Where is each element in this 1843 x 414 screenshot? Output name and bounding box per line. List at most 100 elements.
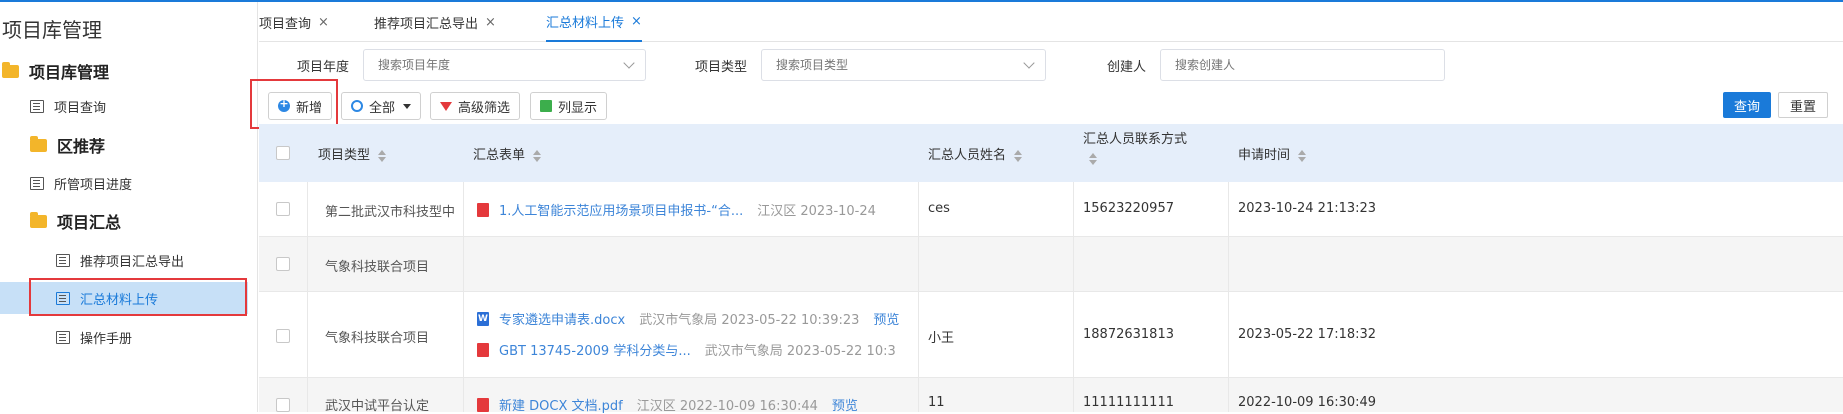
reset-button[interactable]: 重置 — [1778, 92, 1828, 118]
sort-icon[interactable] — [533, 149, 542, 162]
word-doc-icon: W — [477, 311, 489, 326]
close-icon[interactable]: × — [631, 14, 642, 29]
list-icon — [56, 253, 70, 267]
cell-time: 2023-10-24 21:13:23 — [1238, 201, 1377, 216]
sidebar: 项目库管理 项目库管理 项目查询 区推荐 所管项目进度 项目汇总 推荐项目汇总导… — [0, 2, 258, 412]
sidebar-item-progress-label: 所管项目进度 — [54, 177, 133, 193]
row-checkbox[interactable] — [276, 398, 290, 412]
column-divider — [918, 182, 919, 412]
th-time[interactable]: 申请时间 — [1238, 144, 1307, 163]
row-checkbox[interactable] — [276, 202, 290, 216]
advanced-filter-button[interactable]: 高级筛选 — [430, 92, 521, 120]
file-entry[interactable]: GBT 13745-2009 学科分类与... 武汉市气象局 2023-05-2… — [477, 340, 914, 359]
file-name-link[interactable]: 专家遴选申请表.docx — [499, 309, 625, 328]
th-type[interactable]: 项目类型 — [318, 144, 387, 163]
highlight-box-add — [250, 79, 338, 129]
table-row[interactable]: 第二批武汉市科技型中 1.人工智能示范应用场景项目申报书-“合... 江汉区 2… — [259, 182, 1843, 237]
cell-time: 2022-10-09 16:30:49 — [1238, 395, 1377, 410]
tab-project-query[interactable]: 项目查询 × — [259, 2, 329, 42]
folder-icon — [2, 61, 19, 78]
cell-contact: 15623220957 — [1083, 201, 1174, 216]
table-row[interactable]: 气象科技联合项目 W 专家遴选申请表.docx 武汉市气象局 2023-05-2… — [259, 292, 1843, 378]
select-all-checkbox[interactable] — [276, 146, 290, 160]
file-entry[interactable]: 新建 DOCX 文档.pdf 江汉区 2022-10-09 16:30:44 预… — [477, 395, 914, 414]
nav-group-district-label: 区推荐 — [57, 137, 106, 156]
tab-label: 项目查询 — [259, 16, 312, 32]
table-row[interactable]: 气象科技联合项目 — [259, 237, 1843, 292]
tab-label: 汇总材料上传 — [546, 15, 625, 31]
file-meta: 武汉市气象局 2023-05-22 10:39:23 — [639, 313, 860, 328]
tab-bar: 项目查询 × 推荐项目汇总导出 × 汇总材料上传 × — [259, 2, 1843, 42]
all-dropdown[interactable]: 全部 — [341, 92, 422, 120]
file-entry[interactable]: W 专家遴选申请表.docx 武汉市气象局 2023-05-22 10:39:2… — [477, 309, 914, 328]
cell-name: ces — [928, 201, 950, 216]
sidebar-item-query[interactable]: 项目查询 — [0, 90, 248, 122]
nav-group-main[interactable]: 项目库管理 — [2, 56, 109, 86]
globe-icon — [351, 100, 363, 112]
type-select[interactable] — [761, 49, 1046, 81]
creator-label: 创建人 — [1107, 60, 1147, 75]
file-meta: 武汉市气象局 2023-05-22 10:3 — [704, 344, 896, 359]
nav-group-main-label: 项目库管理 — [29, 63, 110, 82]
nav-group-summary-label: 项目汇总 — [57, 213, 122, 232]
pdf-icon — [477, 202, 489, 217]
file-meta: 江汉区 2023-10-24 — [757, 204, 876, 219]
file-name-link[interactable]: GBT 13745-2009 学科分类与... — [499, 340, 691, 359]
table-header: 项目类型 汇总表单 汇总人员姓名 汇总人员联系方式 申请时间 — [259, 124, 1843, 182]
creator-input[interactable] — [1160, 49, 1445, 81]
sidebar-item-manual-label: 操作手册 — [80, 331, 133, 347]
sidebar-item-export[interactable]: 推荐项目汇总导出 — [0, 244, 248, 276]
file-name-link[interactable]: 新建 DOCX 文档.pdf — [499, 395, 623, 414]
tab-export[interactable]: 推荐项目汇总导出 × — [374, 2, 496, 42]
row-checkbox[interactable] — [276, 257, 290, 271]
column-display-button[interactable]: 列显示 — [530, 92, 608, 120]
sidebar-item-progress[interactable]: 所管项目进度 — [0, 167, 248, 199]
sort-icon[interactable] — [1089, 153, 1097, 165]
list-icon — [30, 99, 44, 113]
row-checkbox[interactable] — [276, 329, 290, 343]
th-name[interactable]: 汇总人员姓名 — [928, 144, 1023, 163]
sort-icon[interactable] — [1298, 149, 1307, 162]
folder-icon — [30, 211, 47, 228]
list-icon — [56, 330, 70, 344]
th-form-label: 汇总表单 — [473, 148, 526, 163]
app-title: 项目库管理 — [2, 18, 102, 42]
file-name-link[interactable]: 1.人工智能示范应用场景项目申报书-“合... — [499, 200, 743, 219]
cell-name: 小王 — [928, 331, 955, 346]
cell-type: 武汉中试平台认定 — [325, 399, 430, 414]
year-label: 项目年度 — [297, 60, 350, 75]
query-button[interactable]: 查询 — [1723, 92, 1771, 118]
advanced-filter-label: 高级筛选 — [458, 100, 511, 116]
cell-contact: 11111111111 — [1083, 395, 1174, 410]
column-divider — [307, 182, 308, 412]
th-type-label: 项目类型 — [318, 148, 371, 163]
sidebar-item-export-label: 推荐项目汇总导出 — [80, 254, 185, 270]
th-name-label: 汇总人员姓名 — [928, 148, 1007, 163]
table-row[interactable]: 武汉中试平台认定 新建 DOCX 文档.pdf 江汉区 2022-10-09 1… — [259, 378, 1843, 414]
cell-type: 气象科技联合项目 — [325, 331, 430, 346]
year-select[interactable] — [363, 49, 646, 81]
th-form[interactable]: 汇总表单 — [473, 144, 542, 163]
th-contact-label: 汇总人员联系方式 — [1083, 132, 1188, 147]
file-entry[interactable]: 1.人工智能示范应用场景项目申报书-“合... 江汉区 2023-10-24 — [477, 200, 914, 219]
filter-icon — [440, 101, 452, 111]
th-time-label: 申请时间 — [1238, 148, 1291, 163]
close-icon[interactable]: × — [485, 15, 496, 30]
pdf-icon — [477, 397, 489, 412]
preview-link[interactable]: 预览 — [873, 309, 899, 328]
sort-icon[interactable] — [1014, 149, 1023, 162]
nav-group-summary[interactable]: 项目汇总 — [30, 206, 121, 236]
columns-icon — [540, 100, 552, 112]
tab-upload[interactable]: 汇总材料上传 × — [546, 2, 642, 42]
caret-down-icon — [403, 103, 412, 109]
tab-label: 推荐项目汇总导出 — [374, 16, 479, 32]
column-divider — [463, 182, 464, 412]
close-icon[interactable]: × — [318, 15, 329, 30]
all-dropdown-label: 全部 — [369, 100, 396, 116]
type-label: 项目类型 — [695, 60, 748, 75]
sort-icon[interactable] — [378, 149, 387, 162]
sidebar-item-manual[interactable]: 操作手册 — [0, 321, 248, 353]
preview-link[interactable]: 预览 — [832, 395, 858, 414]
th-contact[interactable]: 汇总人员联系方式 — [1083, 128, 1187, 165]
nav-group-district[interactable]: 区推荐 — [30, 130, 105, 160]
